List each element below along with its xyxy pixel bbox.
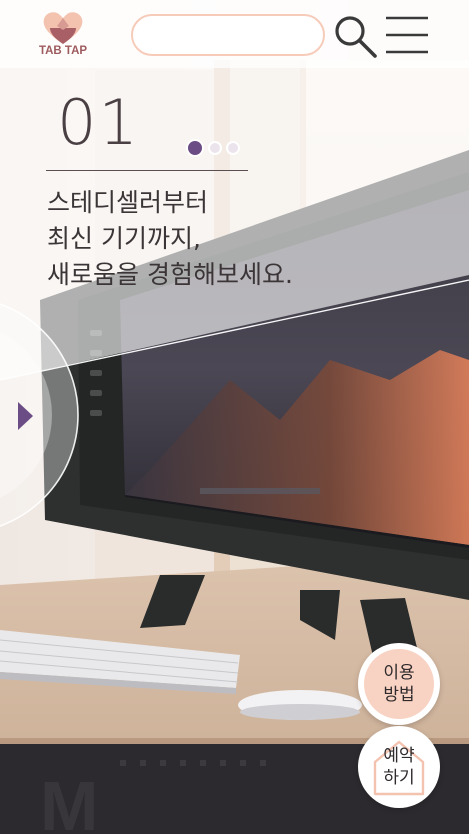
how-to-use-label-line-1: 이용: [383, 663, 415, 683]
how-to-use-label-line-2: 방법: [383, 685, 415, 705]
search-input[interactable]: [131, 14, 325, 56]
hamburger-menu-icon[interactable]: [384, 14, 430, 56]
slide-number: 01: [57, 86, 140, 159]
svg-text:M: M: [40, 767, 98, 834]
pagination-dot-1[interactable]: [186, 139, 204, 157]
logo-heart-icon: [43, 12, 83, 45]
pagination-dot-3[interactable]: [226, 141, 240, 155]
headline-line-2: 최신 기기까지,: [47, 224, 201, 253]
headline-line-3: 새로움을 경험해보세요.: [47, 260, 293, 289]
main-screen: M TAB TAP 01 스테디셀러부터 최신 기기까지, 새로움을 경험해보세…: [0, 0, 469, 834]
headline-line-1: 스테디셀러부터: [47, 188, 209, 217]
play-left-arrow-icon[interactable]: [11, 397, 37, 435]
how-to-use-button[interactable]: 이용 방법: [358, 643, 440, 725]
reserve-label-line-1: 예약: [383, 746, 415, 766]
pagination-dot-2[interactable]: [208, 141, 222, 155]
slide-pagination: [186, 139, 244, 157]
tabtap-logo[interactable]: TAB TAP: [36, 8, 90, 62]
reserve-button[interactable]: 예약 하기: [358, 726, 440, 808]
search-icon[interactable]: [331, 12, 379, 60]
reserve-button-inner: 예약 하기: [364, 732, 434, 802]
reserve-label-line-2: 하기: [383, 768, 415, 788]
logo-text: TAB TAP: [38, 45, 88, 57]
top-header: TAB TAP: [0, 0, 469, 68]
slide-divider: [46, 170, 248, 171]
slide-headline: 스테디셀러부터 최신 기기까지, 새로움을 경험해보세요.: [47, 185, 293, 293]
how-to-use-button-inner: 이용 방법: [364, 649, 434, 719]
